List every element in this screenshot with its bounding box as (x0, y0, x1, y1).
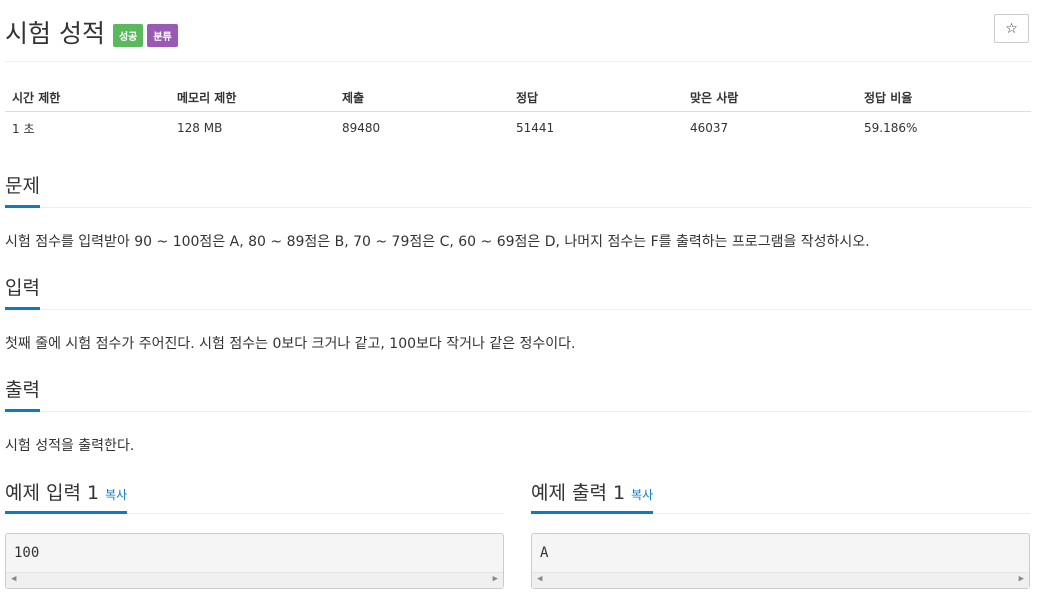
input-text: 첫째 줄에 시험 점수가 주어진다. 시험 점수는 0보다 크거나 같고, 10… (5, 336, 576, 352)
output-section-header: 출력 (5, 375, 1031, 412)
value-accepted[interactable]: 51441 (516, 112, 554, 144)
title-row: 시험 성적 성공 분류 (5, 12, 178, 52)
value-time-limit: 1 초 (12, 121, 35, 136)
sample-output-scrollbar[interactable]: ◀ ▶ (532, 572, 1029, 588)
sample-output-value: A (540, 545, 549, 561)
copy-sample-input-button[interactable]: 복사 (105, 488, 127, 502)
sample-input-heading: 예제 입력 1 (5, 482, 100, 504)
output-text: 시험 성적을 출력한다. (5, 438, 135, 454)
sample-output-box[interactable]: A ◀ ▶ (531, 533, 1030, 589)
value-memory-limit: 128 MB (177, 121, 223, 135)
page-title: 시험 성적 (5, 19, 105, 48)
output-divider (5, 411, 1031, 412)
output-heading: 출력 (5, 375, 40, 412)
input-section-header: 입력 (5, 273, 1031, 310)
copy-sample-output-button[interactable]: 복사 (631, 488, 653, 502)
value-accept-ratio: 59.186% (864, 121, 918, 135)
description-text: 시험 점수를 입력받아 90 ~ 100점은 A, 80 ~ 89점은 B, 7… (5, 234, 870, 250)
sample-output-heading-wrap: 예제 출력 1 복사 (531, 478, 654, 514)
title-divider (5, 61, 1031, 62)
input-divider (5, 309, 1031, 310)
sample-input-header: 예제 입력 1 복사 (5, 478, 504, 514)
description-divider (5, 207, 1031, 208)
favorite-button[interactable]: ☆ (994, 14, 1029, 43)
sample-input-box[interactable]: 100 ◀ ▶ (5, 533, 504, 589)
sample-output-header: 예제 출력 1 복사 (531, 478, 1030, 514)
problem-info-table: 시간 제한 메모리 제한 제출 정답 맞은 사람 정답 비율 1 초 128 M… (5, 84, 1031, 144)
problem-page: 시험 성적 성공 분류 ☆ 시간 제한 메모리 제한 제출 정답 맞은 사람 정… (0, 0, 1041, 601)
scroll-right-icon[interactable]: ▶ (493, 574, 498, 584)
description-section-header: 문제 (5, 171, 1031, 208)
category-badge[interactable]: 분류 (147, 23, 178, 47)
description-heading: 문제 (5, 171, 40, 208)
header-memory-limit: 메모리 제한 (177, 91, 237, 105)
sample-input-scrollbar[interactable]: ◀ ▶ (6, 572, 503, 588)
scroll-right-icon[interactable]: ▶ (1019, 574, 1024, 584)
header-time-limit: 시간 제한 (12, 91, 61, 105)
success-badge[interactable]: 성공 (112, 23, 144, 47)
sample-output-heading: 예제 출력 1 (531, 482, 626, 504)
header-solved-users: 맞은 사람 (690, 91, 739, 105)
header-submissions: 제출 (342, 91, 365, 105)
header-accepted: 정답 (516, 91, 539, 105)
scroll-left-icon[interactable]: ◀ (537, 574, 542, 584)
input-heading: 입력 (5, 273, 40, 310)
value-submissions[interactable]: 89480 (342, 112, 380, 144)
scroll-left-icon[interactable]: ◀ (11, 574, 16, 584)
sample-input-value: 100 (14, 545, 40, 561)
value-solved-users[interactable]: 46037 (690, 112, 728, 144)
table-header-row: 시간 제한 메모리 제한 제출 정답 맞은 사람 정답 비율 (5, 84, 1031, 112)
star-icon: ☆ (1005, 20, 1018, 37)
header-accept-ratio: 정답 비율 (864, 91, 913, 105)
table-row: 1 초 128 MB 89480 51441 46037 59.186% (5, 112, 1031, 144)
sample-input-heading-wrap: 예제 입력 1 복사 (5, 478, 128, 514)
